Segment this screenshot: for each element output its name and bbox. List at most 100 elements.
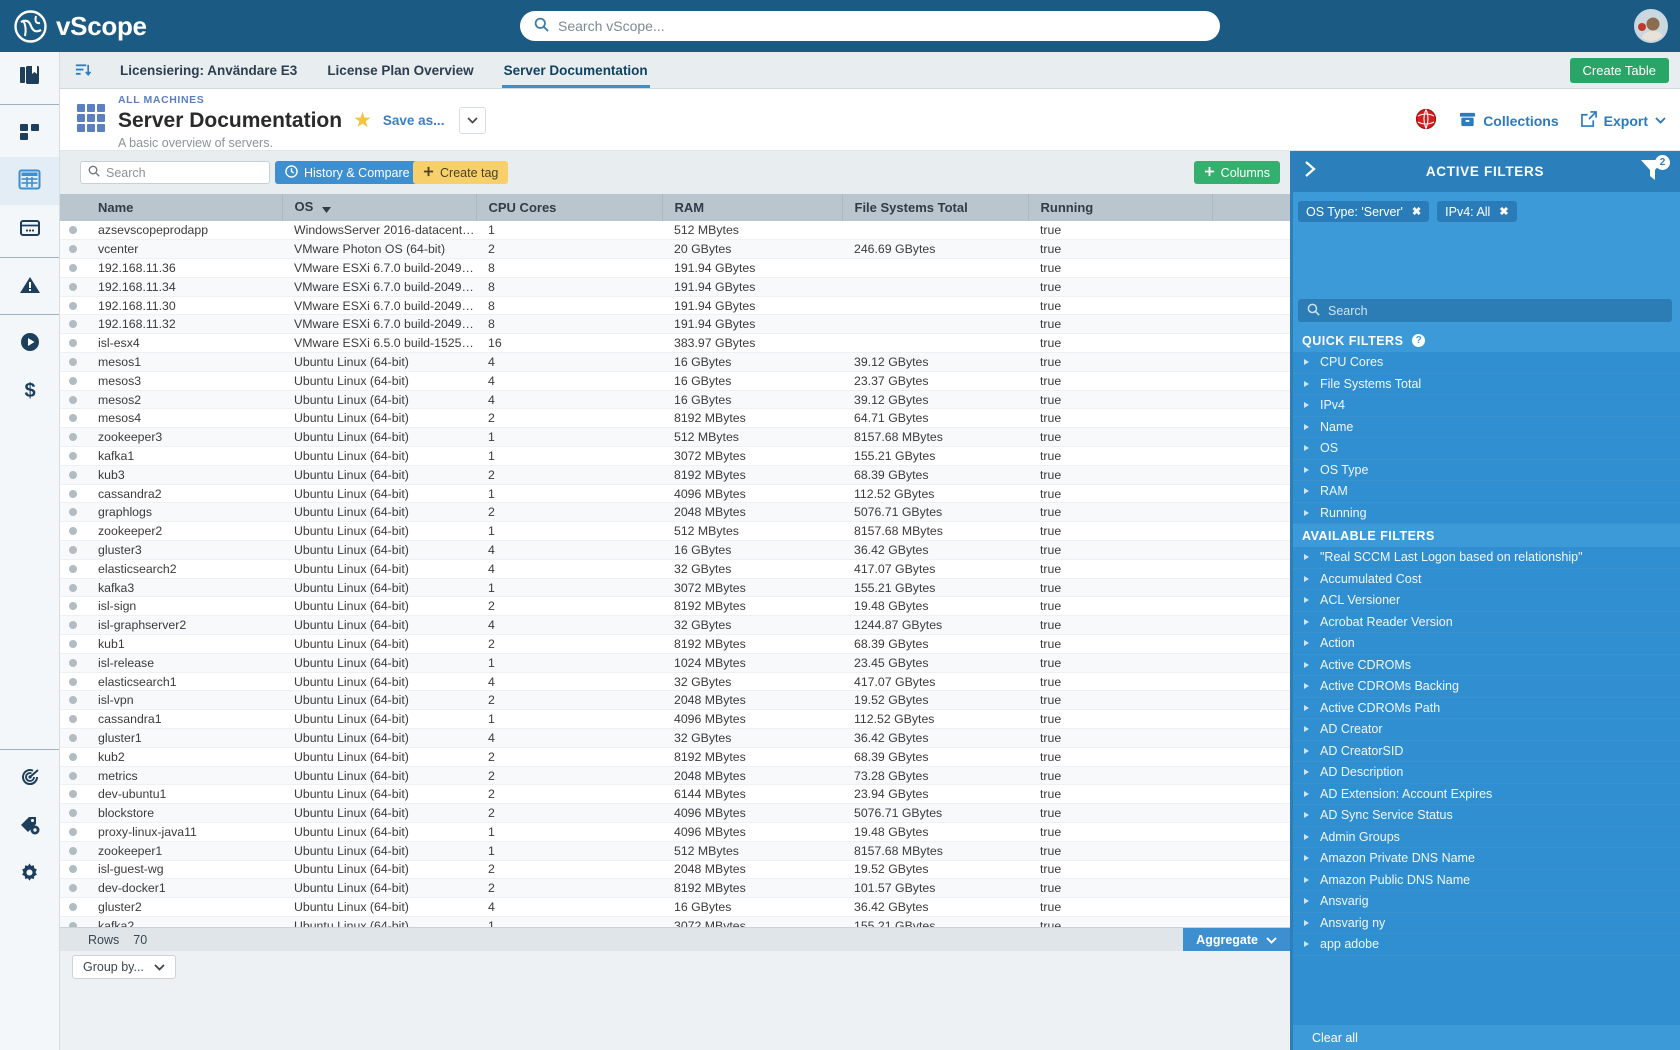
history-compare-button[interactable]: History & Compare bbox=[275, 161, 420, 184]
save-as-button[interactable]: Save as... bbox=[383, 113, 445, 128]
search-input[interactable] bbox=[558, 18, 1206, 34]
table-row[interactable]: isl-release Ubuntu Linux (64-bit) 1 1024 MB… bbox=[60, 653, 1290, 673]
table-row[interactable]: zookeeper3 Ubuntu Linux (64-bit) 1 512 MByt… bbox=[60, 427, 1290, 448]
table-search[interactable] bbox=[80, 161, 270, 184]
star-icon[interactable]: ★ bbox=[353, 108, 372, 133]
table-row[interactable]: proxy-linux-java11 Ubuntu Linux (64-bit) 1… bbox=[60, 822, 1290, 842]
table-row[interactable]: mesos4 Ubuntu Linux (64-bit) 2 8192 MBytes 6… bbox=[60, 408, 1290, 429]
table-row[interactable]: 192.168.11.32 VMware ESXi 6.7.0 build-204… bbox=[60, 314, 1290, 335]
table-search-input[interactable] bbox=[106, 165, 262, 180]
quick-filter-item[interactable]: CPU Cores bbox=[1290, 352, 1680, 374]
funnel-icon[interactable]: 2 bbox=[1639, 155, 1670, 186]
quick-filter-item[interactable]: RAM bbox=[1290, 481, 1680, 503]
group-by-select[interactable]: Group by... bbox=[72, 955, 176, 979]
available-filter-item[interactable]: ACL Versioner bbox=[1290, 590, 1680, 612]
tab-licensiering[interactable]: Licensiering: Användare E3 bbox=[105, 52, 312, 88]
table-row[interactable]: elasticsearch1 Ubuntu Linux (64-bit) 4 32 G… bbox=[60, 672, 1290, 692]
sidebar-item-dashboards[interactable] bbox=[0, 109, 59, 157]
available-filter-item[interactable]: Ansvarig bbox=[1290, 891, 1680, 913]
sidebar-item-reports[interactable] bbox=[0, 205, 59, 253]
filter-search[interactable] bbox=[1298, 299, 1672, 322]
quick-filter-item[interactable]: File Systems Total bbox=[1290, 374, 1680, 395]
table-row[interactable]: graphlogs Ubuntu Linux (64-bit) 2 2048 MByt… bbox=[60, 502, 1290, 523]
table-row[interactable]: cassandra2 Ubuntu Linux (64-bit) 1 4096 MBy… bbox=[60, 484, 1290, 504]
available-filter-item[interactable]: app adobe bbox=[1290, 934, 1680, 956]
available-filter-item[interactable]: "Real SCCM Last Logon based on relations… bbox=[1290, 547, 1680, 569]
clear-all-button[interactable]: Clear all bbox=[1290, 1025, 1680, 1050]
help-icon[interactable]: ? bbox=[1412, 334, 1426, 347]
filter-search-input[interactable] bbox=[1328, 303, 1663, 318]
column-header-ram[interactable]: RAM bbox=[662, 194, 843, 221]
close-icon[interactable]: ✖ bbox=[1412, 205, 1421, 218]
column-header-cpu-cores[interactable]: CPU Cores bbox=[476, 194, 663, 221]
quick-filter-item[interactable]: Name bbox=[1290, 417, 1680, 438]
available-filter-item[interactable]: Accumulated Cost bbox=[1290, 569, 1680, 590]
table-row[interactable]: gluster3 Ubuntu Linux (64-bit) 4 16 GBytes 3… bbox=[60, 540, 1290, 560]
table-row[interactable]: kafka3 Ubuntu Linux (64-bit) 1 3072 MBytes 1… bbox=[60, 578, 1290, 598]
table-row[interactable]: mesos2 Ubuntu Linux (64-bit) 4 16 GBytes 39.… bbox=[60, 390, 1290, 410]
brand[interactable]: vScope bbox=[14, 9, 147, 43]
table-row[interactable]: gluster1 Ubuntu Linux (64-bit) 4 32 GBytes 3… bbox=[60, 728, 1290, 748]
available-filter-item[interactable]: Ansvarig ny bbox=[1290, 913, 1680, 934]
table-row[interactable]: vcenter VMware Photon OS (64-bit) 2 20 GByt… bbox=[60, 239, 1290, 260]
export-button[interactable]: Export bbox=[1580, 111, 1666, 130]
available-filter-item[interactable]: Active CDROMs Path bbox=[1290, 698, 1680, 719]
available-filter-item[interactable]: Action bbox=[1290, 633, 1680, 655]
available-filter-item[interactable]: AD CreatorSID bbox=[1290, 741, 1680, 762]
table-row[interactable]: mesos3 Ubuntu Linux (64-bit) 4 16 GBytes 23.… bbox=[60, 371, 1290, 391]
select-all-header[interactable] bbox=[60, 194, 86, 221]
table-row[interactable]: 192.168.11.34 VMware ESXi 6.7.0 build-204… bbox=[60, 277, 1290, 297]
table-row[interactable]: cassandra1 Ubuntu Linux (64-bit) 1 4096 MBy… bbox=[60, 709, 1290, 730]
collections-button[interactable]: Collections bbox=[1459, 111, 1559, 131]
quick-filter-item[interactable]: Running bbox=[1290, 503, 1680, 524]
quick-filter-item[interactable]: IPv4 bbox=[1290, 395, 1680, 417]
available-filter-item[interactable]: Admin Groups bbox=[1290, 827, 1680, 848]
available-filter-item[interactable]: Amazon Private DNS Name bbox=[1290, 848, 1680, 870]
table-row[interactable]: 192.168.11.30 VMware ESXi 6.7.0 build-204… bbox=[60, 296, 1290, 316]
column-header-file-systems-total[interactable]: File Systems Total bbox=[842, 194, 1029, 221]
available-filter-item[interactable]: Acrobat Reader Version bbox=[1290, 612, 1680, 633]
table-row[interactable]: isl-guest-wg Ubuntu Linux (64-bit) 2 2048 M… bbox=[60, 860, 1290, 880]
table-row[interactable]: mesos1 Ubuntu Linux (64-bit) 4 16 GBytes 39.… bbox=[60, 352, 1290, 372]
columns-button[interactable]: Columns bbox=[1193, 161, 1280, 184]
table-row[interactable]: gluster2 Ubuntu Linux (64-bit) 4 16 GBytes 3… bbox=[60, 897, 1290, 917]
table-row[interactable]: elasticsearch2 Ubuntu Linux (64-bit) 4 32 G… bbox=[60, 559, 1290, 579]
column-header-name[interactable]: Name bbox=[86, 194, 283, 221]
table-row[interactable]: isl-vpn Ubuntu Linux (64-bit) 2 2048 MBytes… bbox=[60, 690, 1290, 711]
available-filter-item[interactable]: Active CDROMs bbox=[1290, 655, 1680, 676]
save-as-dropdown[interactable] bbox=[459, 107, 487, 134]
active-filter-chip[interactable]: IPv4: All ✖ bbox=[1437, 201, 1517, 222]
sidebar-item-settings[interactable] bbox=[0, 850, 59, 898]
column-header-os[interactable]: OS bbox=[282, 194, 477, 221]
create-table-button[interactable]: Create Table bbox=[1569, 58, 1669, 83]
column-header-running[interactable]: Running bbox=[1028, 194, 1213, 221]
quick-filter-item[interactable]: OS bbox=[1290, 438, 1680, 460]
table-row[interactable]: kub1 Ubuntu Linux (64-bit) 2 8192 MBytes 68.… bbox=[60, 634, 1290, 654]
table-row[interactable]: kafka2 Ubuntu Linux (64-bit) 1 3072 MBytes 1… bbox=[60, 916, 1290, 927]
available-filter-item[interactable]: Amazon Public DNS Name bbox=[1290, 870, 1680, 891]
table-row[interactable]: kafka1 Ubuntu Linux (64-bit) 1 3072 MBytes 1… bbox=[60, 446, 1290, 466]
available-filter-item[interactable]: AD Description bbox=[1290, 762, 1680, 784]
sidebar-item-alerts[interactable] bbox=[0, 262, 59, 310]
table-row[interactable]: kub2 Ubuntu Linux (64-bit) 2 8192 MBytes 68.… bbox=[60, 747, 1290, 767]
create-tag-button[interactable]: Create tag bbox=[413, 161, 509, 184]
sidebar-item-cost[interactable]: $ bbox=[0, 367, 59, 415]
active-filter-chip[interactable]: OS Type: 'Server' ✖ bbox=[1298, 201, 1430, 222]
table-row[interactable]: dev-ubuntu1 Ubuntu Linux (64-bit) 2 6144 MB… bbox=[60, 784, 1290, 805]
sidebar-item-tables[interactable] bbox=[0, 157, 59, 205]
sidebar-item-actions[interactable] bbox=[0, 319, 59, 367]
sidebar-item-discovery[interactable] bbox=[0, 754, 59, 802]
quick-filter-item[interactable]: OS Type bbox=[1290, 460, 1680, 481]
global-search[interactable] bbox=[520, 11, 1220, 41]
table-row[interactable]: metrics Ubuntu Linux (64-bit) 2 2048 MBytes… bbox=[60, 766, 1290, 786]
close-icon[interactable]: ✖ bbox=[1499, 205, 1508, 218]
sort-list-icon[interactable] bbox=[60, 52, 105, 88]
tab-license-plan-overview[interactable]: License Plan Overview bbox=[312, 52, 488, 88]
table-row[interactable]: blockstore Ubuntu Linux (64-bit) 2 4096 MBy… bbox=[60, 803, 1290, 823]
table-row[interactable]: isl-esx4 VMware ESXi 6.5.0 build-152565… 1… bbox=[60, 333, 1290, 354]
aggregate-button[interactable]: Aggregate bbox=[1183, 928, 1290, 952]
table-row[interactable]: kub3 Ubuntu Linux (64-bit) 2 8192 MBytes 68.… bbox=[60, 465, 1290, 485]
table-row[interactable]: 192.168.11.36 VMware ESXi 6.7.0 build-204… bbox=[60, 258, 1290, 278]
table-row[interactable]: isl-graphserver2 Ubuntu Linux (64-bit) 4 32… bbox=[60, 615, 1290, 636]
table-row[interactable]: zookeeper2 Ubuntu Linux (64-bit) 1 512 MByt… bbox=[60, 521, 1290, 542]
